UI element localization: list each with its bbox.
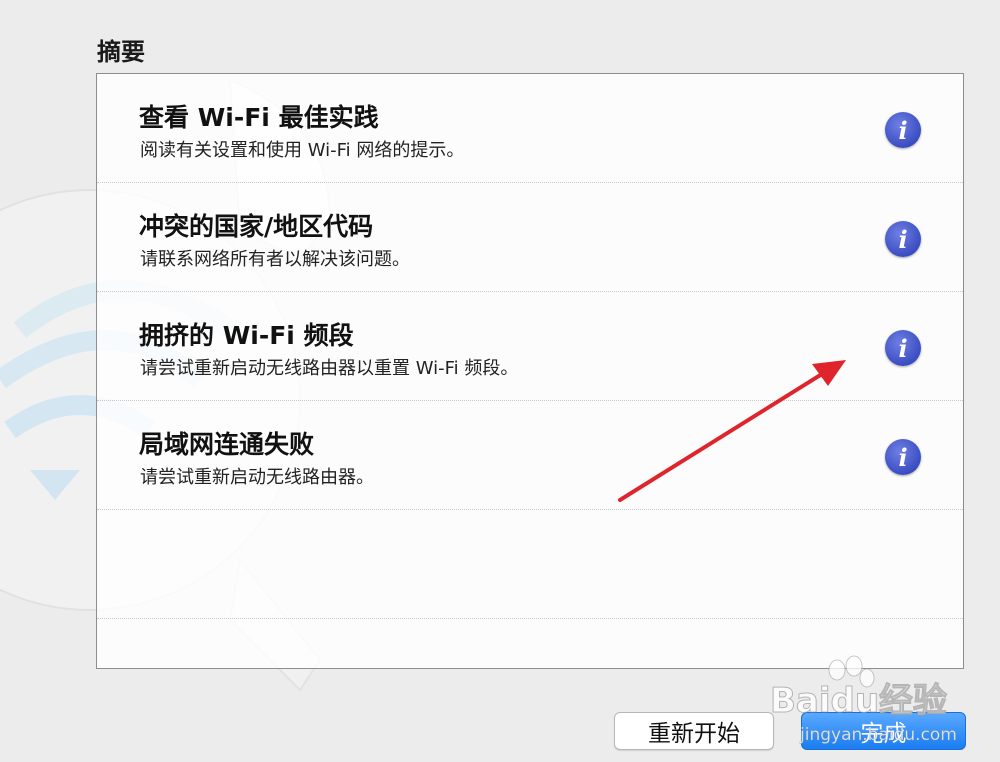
summary-item: 拥挤的 Wi-Fi 频段 请尝试重新启动无线路由器以重置 Wi-Fi 频段。 i	[97, 292, 963, 401]
summary-item-description: 阅读有关设置和使用 Wi-Fi 网络的提示。	[140, 140, 465, 161]
done-button[interactable]: 完成	[801, 712, 966, 750]
summary-title: 摘要	[97, 38, 145, 66]
summary-item: 局域网连通失败 请尝试重新启动无线路由器。 i	[97, 401, 963, 510]
summary-item-title: 局域网连通失败	[139, 430, 315, 459]
restart-button[interactable]: 重新开始	[614, 712, 774, 750]
summary-list: 查看 Wi-Fi 最佳实践 阅读有关设置和使用 Wi-Fi 网络的提示。 i 冲…	[96, 73, 964, 669]
info-icon[interactable]: i	[885, 112, 921, 148]
empty-row	[97, 510, 963, 619]
info-icon[interactable]: i	[885, 221, 921, 257]
info-icon[interactable]: i	[885, 439, 921, 475]
info-icon[interactable]: i	[885, 330, 921, 366]
summary-item-description: 请联系网络所有者以解决该问题。	[140, 249, 410, 270]
summary-item: 冲突的国家/地区代码 请联系网络所有者以解决该问题。 i	[97, 183, 963, 292]
summary-item-description: 请尝试重新启动无线路由器以重置 Wi-Fi 频段。	[140, 358, 519, 379]
summary-item: 查看 Wi-Fi 最佳实践 阅读有关设置和使用 Wi-Fi 网络的提示。 i	[97, 74, 963, 183]
summary-item-title: 拥挤的 Wi-Fi 频段	[139, 321, 354, 350]
summary-item-description: 请尝试重新启动无线路由器。	[140, 467, 374, 488]
summary-item-title: 查看 Wi-Fi 最佳实践	[139, 103, 379, 132]
summary-item-title: 冲突的国家/地区代码	[139, 212, 374, 241]
